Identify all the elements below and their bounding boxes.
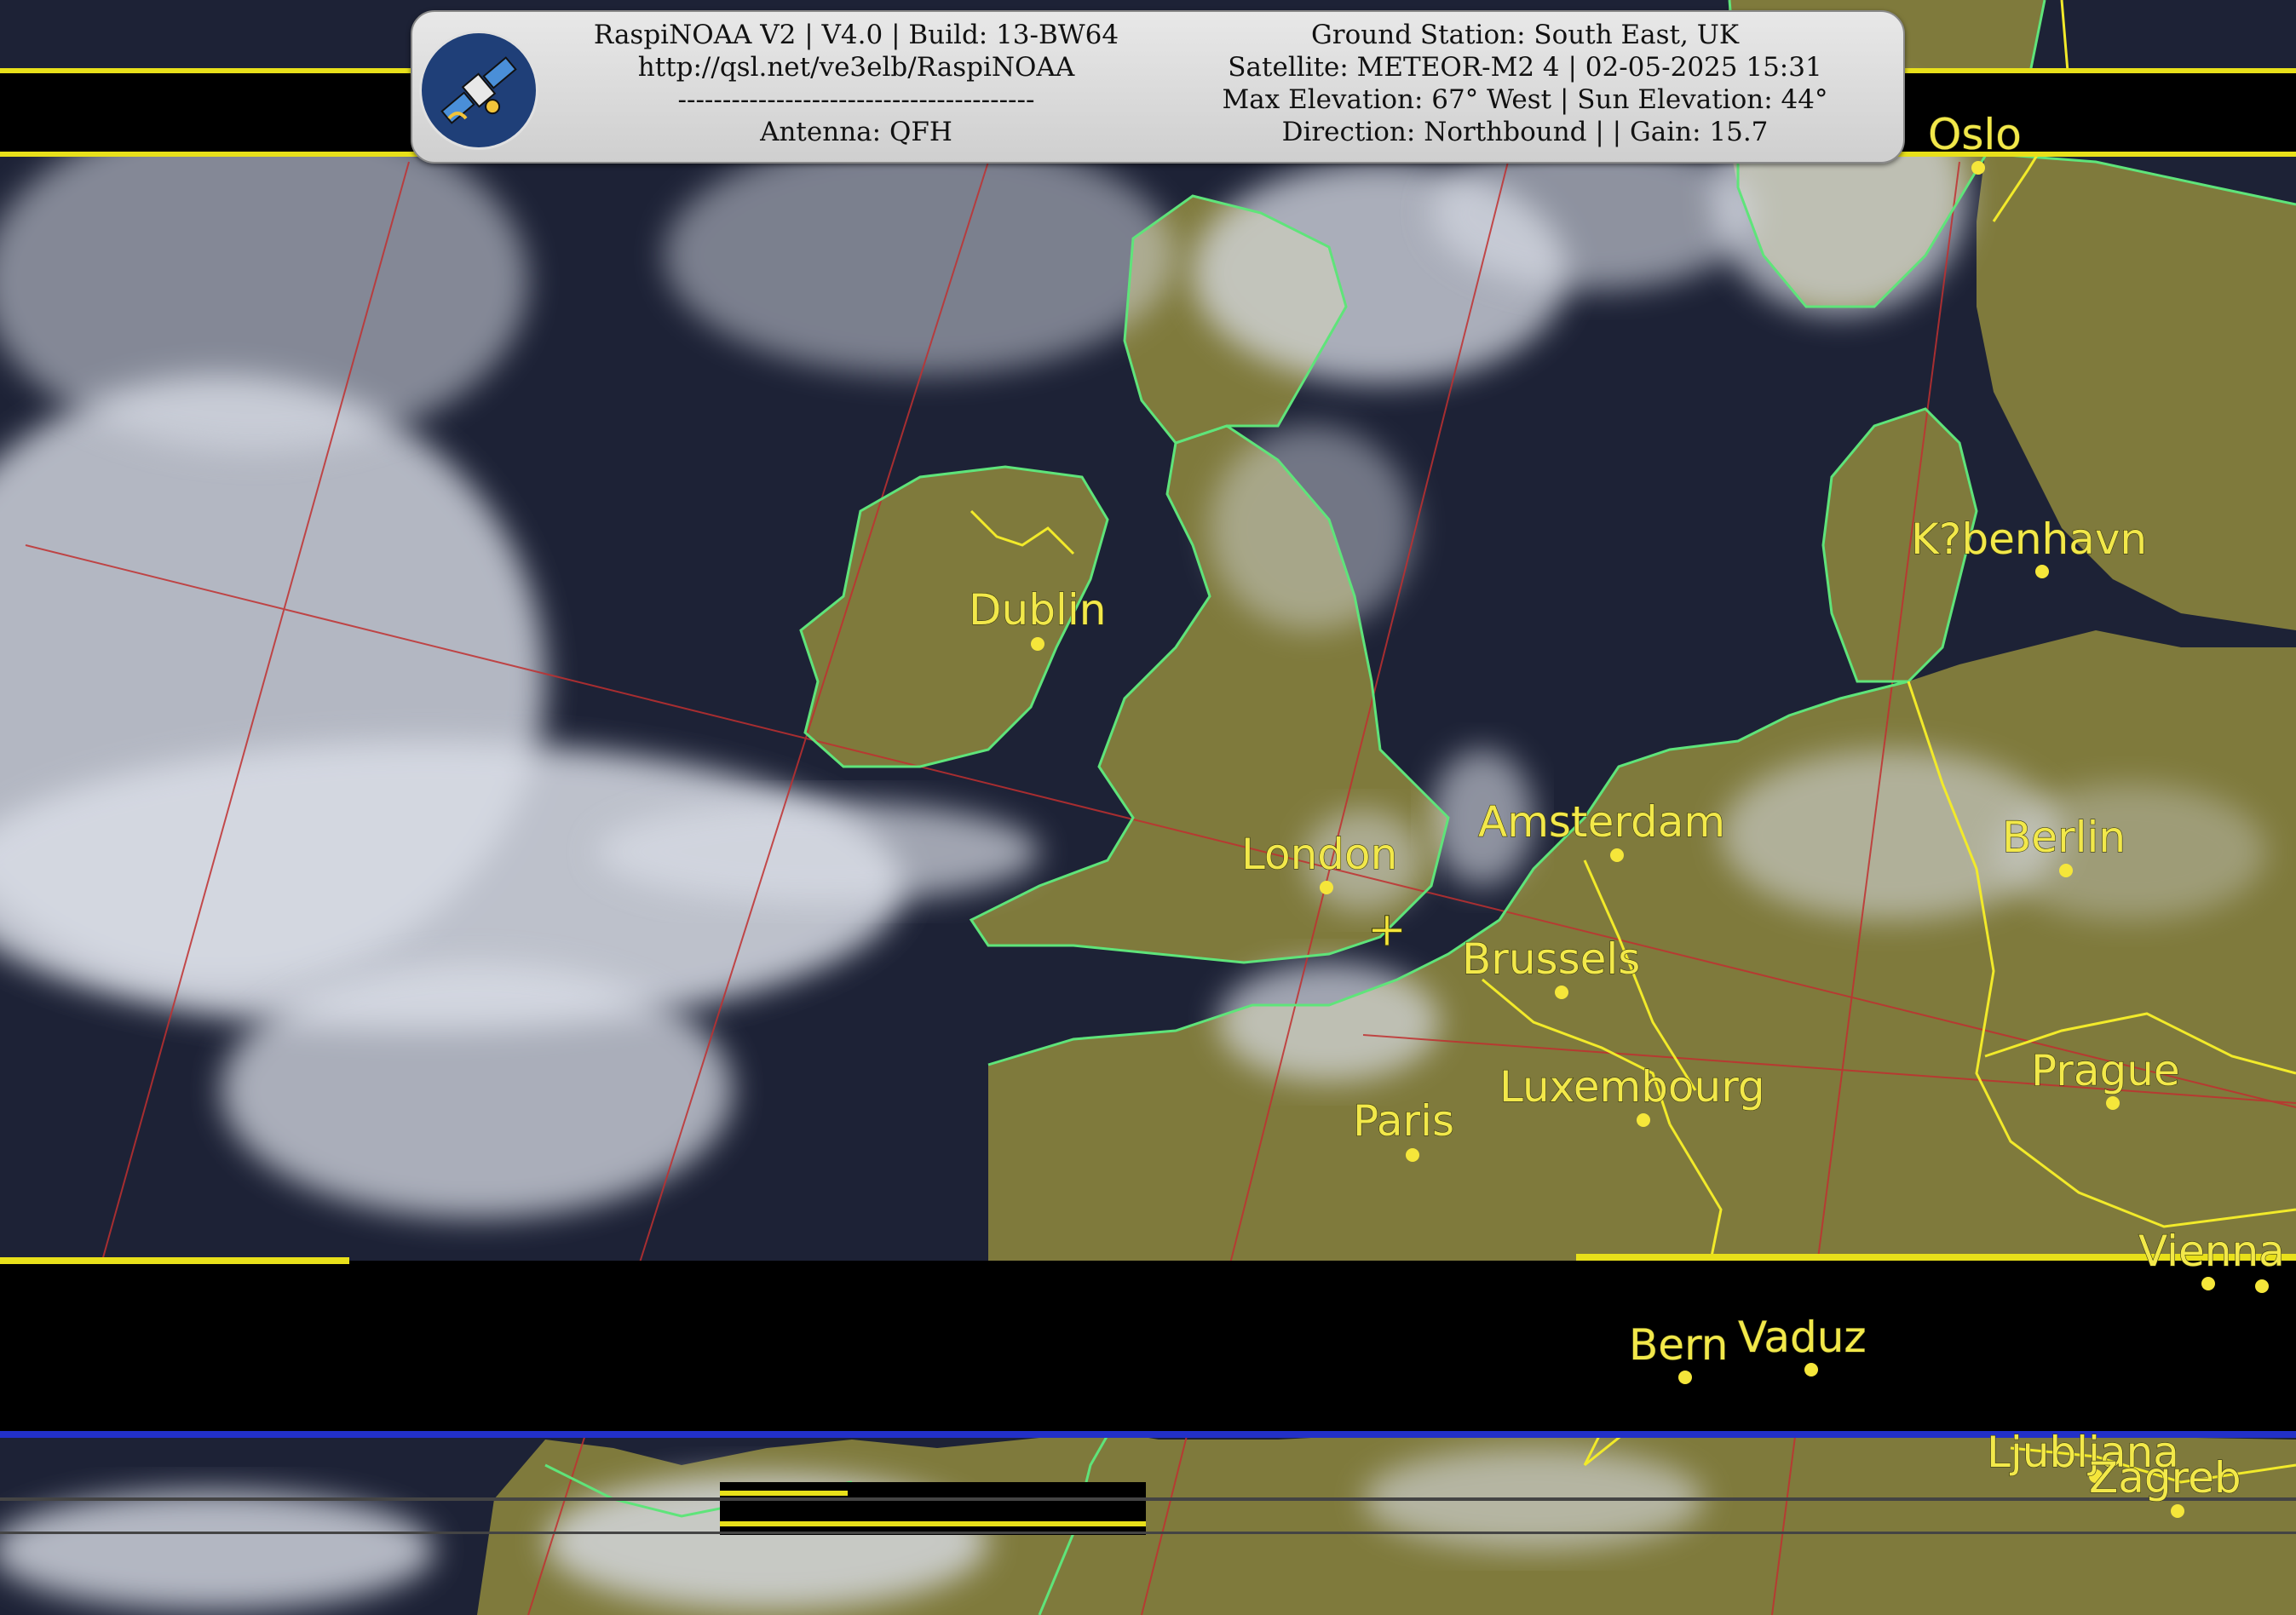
city-dot: [1320, 881, 1333, 894]
city-label: Vienna: [2138, 1227, 2285, 1276]
city-dot: [2106, 1096, 2120, 1110]
city-label: Oslo: [1928, 110, 2022, 159]
satellite-icon: [419, 31, 538, 150]
city-dot: [1971, 161, 1985, 175]
ground-station-text: Ground Station: South East, UK: [1311, 20, 1739, 50]
city-label: Berlin: [2002, 813, 2126, 862]
divider-text: ----------------------------------------: [677, 84, 1035, 115]
city-label: Zagreb: [2089, 1453, 2241, 1503]
city-label: Vaduz: [1738, 1313, 1867, 1362]
website-link[interactable]: http://qsl.net/ve3elb/RaspiNOAA: [562, 51, 1150, 83]
header-left-text: RaspiNOAA V2 | V4.0 | Build: 13-BW64 htt…: [562, 19, 1150, 148]
antenna-text: Antenna: QFH: [760, 117, 952, 147]
city-dot: [1637, 1113, 1650, 1127]
software-version-text: RaspiNOAA V2 | V4.0 | Build: 13-BW64: [593, 20, 1119, 50]
city-label: London: [1241, 830, 1397, 879]
city-label: Brussels: [1462, 934, 1640, 984]
ground-station-marker: +: [1367, 902, 1407, 957]
elevation-text: Max Elevation: 67° West | Sun Elevation:…: [1222, 84, 1828, 115]
city-dot: [2059, 864, 2073, 877]
satellite-map: + Oslo K?benhavn Dublin Amsterdam Berlin…: [0, 0, 2296, 1615]
header-right-text: Ground Station: South East, UK Satellite…: [1159, 19, 1891, 148]
city-label: Luxembourg: [1499, 1062, 1765, 1112]
city-label: K?benhavn: [1911, 514, 2147, 564]
direction-gain-text: Direction: Northbound | | Gain: 15.7: [1281, 117, 1769, 147]
city-dot: [2035, 565, 2049, 578]
city-dot: [2255, 1279, 2269, 1293]
city-label: Amsterdam: [1478, 797, 1725, 847]
satellite-text: Satellite: METEOR-M2 4 | 02-05-2025 15:3…: [1228, 52, 1822, 83]
city-label: Dublin: [969, 585, 1106, 635]
city-dot: [1406, 1148, 1419, 1162]
city-dot: [2201, 1277, 2215, 1290]
city-dot: [1678, 1371, 1692, 1384]
city-label: Prague: [2031, 1046, 2180, 1095]
city-dot: [1610, 848, 1624, 862]
city-dot: [1555, 986, 1568, 999]
city-dot: [1804, 1363, 1818, 1376]
city-label: Bern: [1629, 1320, 1728, 1370]
city-dot: [2171, 1504, 2184, 1518]
city-dot: [1031, 637, 1044, 651]
city-label: Paris: [1353, 1096, 1454, 1146]
